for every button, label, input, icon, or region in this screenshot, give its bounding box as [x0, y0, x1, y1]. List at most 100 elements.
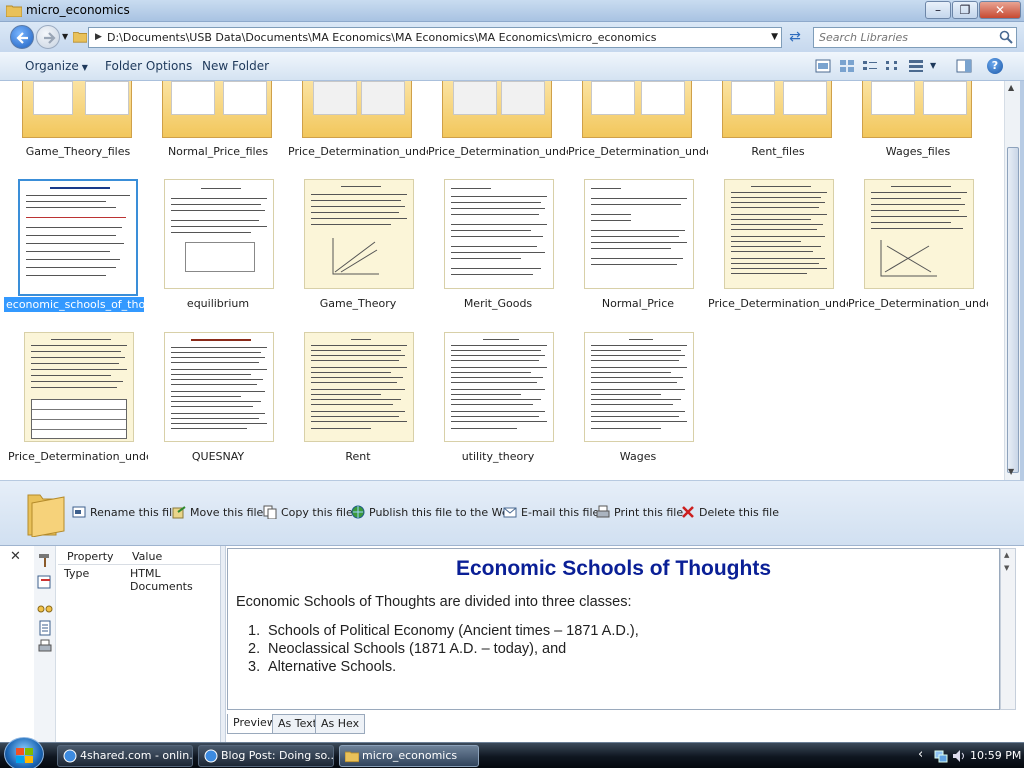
- file-item[interactable]: Price_Determination_unde...: [848, 179, 988, 327]
- email-file-button[interactable]: E-mail this file: [503, 505, 599, 519]
- hammer-icon[interactable]: [37, 552, 53, 568]
- start-button[interactable]: [4, 737, 44, 768]
- globe-icon: [351, 505, 365, 519]
- folder-item[interactable]: Price_Determination_unde...: [428, 81, 568, 159]
- file-label: equilibrium: [186, 297, 250, 310]
- file-item[interactable]: equilibrium: [148, 179, 288, 327]
- properties-icon[interactable]: [37, 574, 53, 590]
- search-box[interactable]: [813, 27, 1017, 48]
- file-item[interactable]: Rent: [288, 332, 428, 466]
- address-field[interactable]: ▶ D:\Documents\USB Data\Documents\MA Eco…: [88, 27, 782, 48]
- folder-item[interactable]: Normal_Price_files: [148, 81, 288, 159]
- close-button[interactable]: ✕: [979, 1, 1021, 19]
- folder-item[interactable]: Game_Theory_files: [8, 81, 148, 159]
- window-title: micro_economics: [26, 3, 130, 17]
- scrollbar-thumb[interactable]: [1007, 147, 1019, 473]
- close-properties-button[interactable]: ✕: [10, 549, 21, 564]
- list-item: 3. Alternative Schools.: [248, 659, 397, 675]
- scroll-down-icon[interactable]: ▼: [1008, 467, 1014, 476]
- new-folder-button[interactable]: New Folder: [202, 59, 269, 73]
- breadcrumb-arrow-icon[interactable]: ▶: [95, 28, 102, 47]
- file-thumbnail: [444, 179, 554, 289]
- copy-file-button[interactable]: Copy this file: [263, 505, 353, 519]
- glasses-icon[interactable]: [37, 600, 53, 616]
- folder-thumbnail: [862, 81, 972, 138]
- taskbar-item-explorer[interactable]: micro_economics: [339, 745, 479, 767]
- tiles-view-icon[interactable]: [839, 59, 855, 73]
- small-icons-view-icon[interactable]: [885, 59, 901, 73]
- search-icon[interactable]: [999, 30, 1013, 44]
- scroll-up-icon[interactable]: ▲: [1008, 83, 1014, 92]
- chevron-down-icon: ▼: [81, 63, 88, 72]
- forward-button[interactable]: [36, 25, 60, 49]
- list-view-icon[interactable]: [862, 59, 878, 73]
- tab-as-hex[interactable]: As Hex: [315, 714, 366, 734]
- volume-icon[interactable]: [952, 749, 966, 763]
- folder-icon: [6, 5, 22, 17]
- property-column-header[interactable]: Property: [67, 550, 114, 563]
- view-dropdown-icon[interactable]: ▼: [930, 61, 936, 70]
- folder-item[interactable]: Price_Determination_unde...: [568, 81, 708, 159]
- move-file-button[interactable]: Move this file: [172, 505, 263, 519]
- file-list-scrollbar[interactable]: ▲ ▼: [1004, 81, 1020, 480]
- folder-options-button[interactable]: Folder Options: [105, 59, 192, 73]
- address-dropdown-icon[interactable]: ▼: [771, 28, 778, 47]
- preview-scrollbar[interactable]: ▲ ▼: [1000, 548, 1016, 710]
- back-button[interactable]: [10, 25, 34, 49]
- refresh-button[interactable]: ⇄: [784, 27, 806, 48]
- scroll-up-icon[interactable]: ▲: [1004, 551, 1009, 559]
- email-icon: [503, 507, 517, 518]
- file-item[interactable]: Price_Determination_unde...: [708, 179, 848, 327]
- file-label: Price_Determination_unde...: [848, 297, 988, 310]
- file-item[interactable]: Normal_Price: [568, 179, 708, 327]
- file-item[interactable]: Game_Theory: [288, 179, 428, 327]
- list-item: 2. Neoclassical Schools (1871 A.D. – toda…: [248, 641, 567, 657]
- organize-menu[interactable]: Organize ▼: [25, 59, 88, 73]
- recent-pages-dropdown-icon[interactable]: ▼: [62, 32, 68, 41]
- taskbar-item-browser[interactable]: 4shared.com - onlin...: [57, 745, 193, 767]
- file-item[interactable]: Price_Determination_unde...: [8, 332, 148, 466]
- file-thumbnail: [24, 332, 134, 442]
- maximize-button[interactable]: ❐: [952, 1, 978, 19]
- file-list-pane[interactable]: Game_Theory_files Normal_Price_files Pri…: [0, 81, 1004, 480]
- file-thumbnail: [304, 332, 414, 442]
- preview-pane-icon[interactable]: [956, 59, 972, 73]
- folder-label: Price_Determination_unde...: [428, 145, 568, 158]
- rename-file-button[interactable]: Rename this file: [72, 505, 179, 519]
- printer-icon[interactable]: [37, 638, 53, 654]
- clock[interactable]: 10:59 PM: [970, 749, 1021, 762]
- search-input[interactable]: [814, 28, 994, 47]
- file-item[interactable]: utility_theory: [428, 332, 568, 466]
- delete-file-button[interactable]: Delete this file: [681, 505, 779, 519]
- title-bar[interactable]: micro_economics – ❐ ✕: [0, 0, 1024, 22]
- file-item[interactable]: Wages: [568, 332, 708, 466]
- delete-x-icon: [682, 506, 694, 518]
- browser-icon: [63, 749, 77, 763]
- folder-item[interactable]: Rent_files: [708, 81, 848, 159]
- taskbar: 4shared.com - onlin... Blog Post: Doing …: [0, 737, 1024, 768]
- file-item[interactable]: economic_schools_of_thoughts: [4, 179, 144, 327]
- rename-icon: [72, 506, 86, 518]
- details-view-icon[interactable]: [815, 59, 831, 73]
- value-column-header[interactable]: Value: [132, 550, 162, 563]
- scroll-down-icon[interactable]: ▼: [1004, 564, 1009, 572]
- help-button[interactable]: ?: [987, 58, 1003, 74]
- folder-icon: [73, 32, 87, 43]
- folder-item[interactable]: Price_Determination_unde...: [288, 81, 428, 159]
- content-view-icon[interactable]: [908, 59, 924, 73]
- folder-item[interactable]: Wages_files: [848, 81, 988, 159]
- file-tasks-bar: Rename this file Move this file Copy thi…: [0, 480, 1024, 546]
- minimize-button[interactable]: –: [925, 1, 951, 19]
- document-icon[interactable]: [37, 620, 53, 636]
- network-icon[interactable]: [934, 749, 948, 763]
- tray-expand-icon[interactable]: ‹: [918, 747, 923, 762]
- print-file-button[interactable]: Print this file: [596, 505, 683, 519]
- copy-icon: [263, 505, 277, 519]
- file-item[interactable]: QUESNAY: [148, 332, 288, 466]
- publish-file-button[interactable]: Publish this file to the Web: [351, 505, 516, 519]
- pane-splitter[interactable]: [220, 546, 226, 742]
- file-item[interactable]: Merit_Goods: [428, 179, 568, 327]
- taskbar-item-blog[interactable]: Blog Post: Doing so...: [198, 745, 334, 767]
- preview-content[interactable]: Economic Schools of Thoughts Economic Sc…: [227, 548, 1000, 710]
- list-item: 1. Schools of Political Economy (Ancient …: [248, 623, 639, 639]
